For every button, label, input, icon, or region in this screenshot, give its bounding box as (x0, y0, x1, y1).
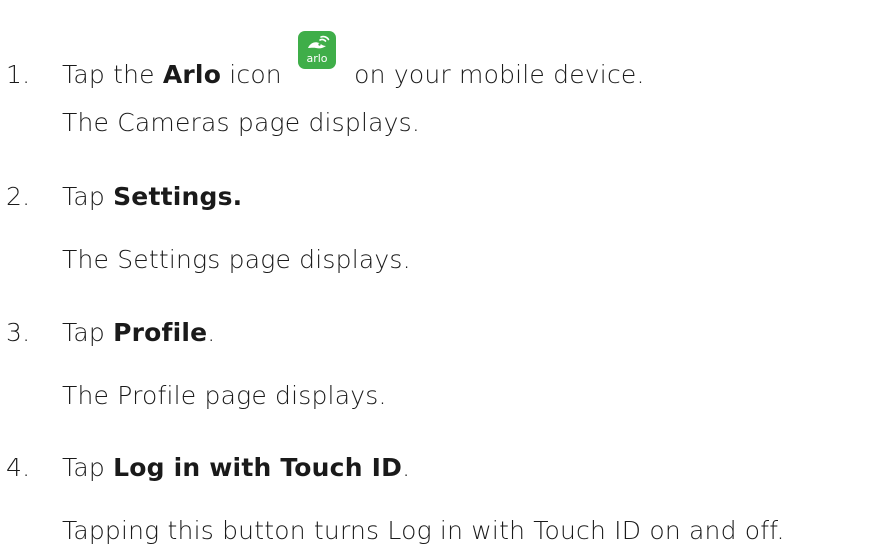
step-1: 1. Tap the Arlo icon arlo on your mobile … (6, 31, 645, 90)
step-3: 3. Tap Profile. (6, 318, 215, 348)
step-text-post: . (402, 453, 411, 482)
step-text-pre: Tap the (62, 60, 163, 89)
step-2: 2. Tap Settings. (6, 182, 242, 212)
step-text-pre: Tap (62, 453, 114, 482)
step-4-result: Tapping this button turns Log in with To… (62, 516, 785, 545)
step-3-result: The Profile page displays. (62, 381, 387, 410)
step-bold-text: Settings. (113, 182, 243, 211)
step-number: 2. (6, 182, 31, 211)
step-text-pre: Tap (62, 182, 114, 211)
step-number: 1. (6, 60, 31, 89)
step-number: 4. (6, 453, 31, 482)
step-text-post: . (207, 318, 216, 347)
step-4: 4. Tap Log in with Touch ID. (6, 453, 410, 483)
step-2-result: The Settings page displays. (62, 245, 411, 274)
step-text-pre: Tap (62, 318, 114, 347)
arlo-bird-icon (308, 35, 330, 49)
step-number: 3. (6, 318, 31, 347)
step-text-post-bold: icon (221, 60, 282, 89)
arlo-app-icon: arlo (298, 31, 337, 69)
instruction-steps: 1. Tap the Arlo icon arlo on your mobile … (0, 0, 880, 559)
step-text-after-icon: on your mobile device. (354, 60, 645, 89)
step-bold-text: Log in with Touch ID (113, 453, 403, 482)
arlo-icon-label: arlo (306, 52, 328, 65)
step-bold-text: Arlo (162, 60, 222, 89)
step-bold-text: Profile (113, 318, 208, 347)
step-1-result: The Cameras page displays. (62, 108, 420, 137)
